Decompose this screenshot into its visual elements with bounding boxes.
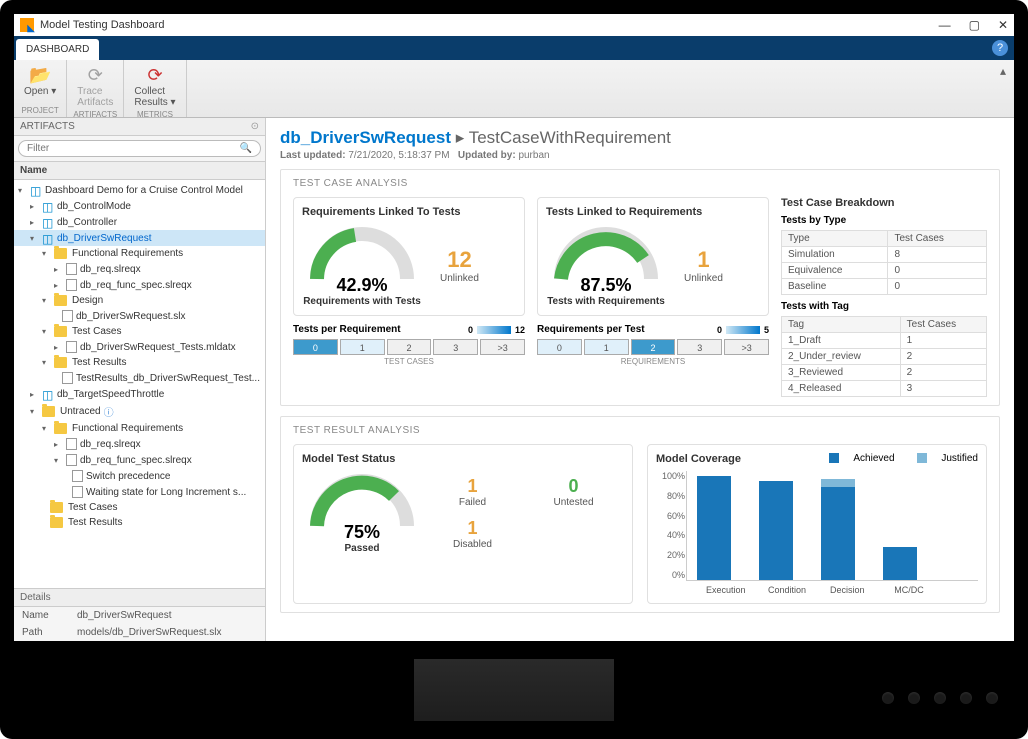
info-icon: ⓘ bbox=[104, 404, 114, 419]
tests-by-type-table: TypeTest Cases Simulation8 Equivalence0 … bbox=[781, 230, 987, 295]
req-icon bbox=[72, 486, 83, 498]
req-per-test-hist: Requirements per Test05 0123>3 REQUIREME… bbox=[537, 324, 769, 366]
test-result-analysis-section: TEST RESULT ANALYSIS Model Test Status 7… bbox=[280, 416, 1000, 613]
tree-item[interactable]: Switch precedence bbox=[14, 468, 265, 484]
tree-item[interactable]: ▾Design bbox=[14, 293, 265, 308]
tab-dashboard[interactable]: DASHBOARD bbox=[16, 39, 99, 60]
collect-results-button[interactable]: ⟳ Collect Results ▾ bbox=[130, 62, 179, 110]
refresh-icon: ⟳ bbox=[84, 64, 106, 86]
ribbon: 📂 Open ▾ Project ⟳ Trace Artifacts Artif… bbox=[14, 60, 1014, 118]
tabbar: DASHBOARD ? bbox=[14, 36, 1014, 60]
table-row: Equivalence0 bbox=[782, 263, 987, 279]
test-breakdown: Test Case Breakdown Tests by Type TypeTe… bbox=[781, 197, 987, 397]
maximize-button[interactable]: ▢ bbox=[969, 18, 980, 32]
file-icon bbox=[66, 454, 77, 466]
tree-item[interactable]: Waiting state for Long Increment s... bbox=[14, 484, 265, 500]
close-button[interactable]: ✕ bbox=[998, 18, 1008, 32]
tree-item[interactable]: ▾Functional Requirements bbox=[14, 246, 265, 261]
breadcrumb: db_DriverSwRequest ▸ TestCaseWithRequire… bbox=[280, 128, 1000, 148]
folder-icon bbox=[42, 406, 55, 417]
model-icon bbox=[42, 388, 54, 400]
artifacts-tree[interactable]: ▾Dashboard Demo for a Cruise Control Mod… bbox=[14, 180, 265, 588]
tree-item[interactable]: ▾Test Cases bbox=[14, 324, 265, 339]
folder-icon bbox=[50, 517, 63, 528]
open-button[interactable]: 📂 Open ▾ bbox=[20, 62, 60, 99]
tree-item[interactable]: db_DriverSwRequest.slx bbox=[14, 308, 265, 324]
details-header: Details bbox=[14, 589, 265, 607]
collect-icon: ⟳ bbox=[144, 64, 166, 86]
test-case-analysis-section: TEST CASE ANALYSIS Requirements Linked T… bbox=[280, 169, 1000, 406]
table-row: 1_Draft1 bbox=[782, 333, 987, 349]
tree-item[interactable]: ▾Functional Requirements bbox=[14, 421, 265, 436]
filter-input[interactable] bbox=[27, 143, 240, 154]
tree-header-name: Name bbox=[14, 161, 265, 180]
model-icon bbox=[42, 200, 54, 212]
ribbon-expand-button[interactable]: ▴ bbox=[992, 60, 1014, 117]
gauge-42 bbox=[307, 224, 417, 284]
coverage-chart: 100%80%60%40%20%0% bbox=[686, 471, 978, 581]
tree-item[interactable]: ▸db_DriverSwRequest_Tests.mldatx bbox=[14, 339, 265, 355]
file-icon bbox=[66, 263, 77, 275]
tests-per-req-hist: Tests per Requirement012 0123>3 TEST CAS… bbox=[293, 324, 525, 366]
file-icon bbox=[66, 279, 77, 291]
model-test-status-card: Model Test Status 75% Passed bbox=[293, 444, 633, 604]
tree-item[interactable]: ▸db_TargetSpeedThrottle bbox=[14, 386, 265, 402]
table-row: 4_Released3 bbox=[782, 381, 987, 397]
folder-icon bbox=[54, 295, 67, 306]
file-icon bbox=[62, 372, 73, 384]
project-icon bbox=[30, 184, 42, 196]
detail-row: Pathmodels/db_DriverSwRequest.slx bbox=[14, 624, 265, 641]
gauge-87 bbox=[551, 224, 661, 284]
filter-box[interactable]: 🔍 bbox=[18, 140, 261, 157]
req-icon bbox=[72, 470, 83, 482]
tests-with-tag-table: TagTest Cases 1_Draft1 2_Under_review2 3… bbox=[781, 316, 987, 397]
file-icon bbox=[62, 310, 73, 322]
search-icon: 🔍 bbox=[240, 143, 252, 154]
breadcrumb-link[interactable]: db_DriverSwRequest bbox=[280, 128, 451, 147]
table-row: Baseline0 bbox=[782, 279, 987, 295]
folder-icon bbox=[54, 423, 67, 434]
tree-item[interactable]: ▾Untraced ⓘ bbox=[14, 402, 265, 421]
gauge-75 bbox=[307, 471, 417, 531]
tree-item[interactable]: ▸db_req.slreqx bbox=[14, 436, 265, 452]
tests-linked-card: Tests Linked to Requirements 87.5% Tests… bbox=[537, 197, 769, 316]
window-title: Model Testing Dashboard bbox=[40, 19, 165, 31]
tree-root[interactable]: ▾Dashboard Demo for a Cruise Control Mod… bbox=[14, 182, 265, 198]
tree-item[interactable]: Test Cases bbox=[14, 500, 265, 515]
folder-icon bbox=[54, 357, 67, 368]
folder-icon bbox=[54, 326, 67, 337]
trace-artifacts-button[interactable]: ⟳ Trace Artifacts bbox=[73, 62, 117, 110]
tree-item-selected[interactable]: ▾db_DriverSwRequest bbox=[14, 230, 265, 246]
tree-item[interactable]: ▾Test Results bbox=[14, 355, 265, 370]
model-coverage-card: Model Coverage Achieved Justified 100%80… bbox=[647, 444, 987, 604]
help-button[interactable]: ? bbox=[992, 40, 1008, 56]
page-meta: Last updated: 7/21/2020, 5:18:37 PM Upda… bbox=[280, 150, 1000, 161]
coverage-legend: Achieved Justified bbox=[809, 453, 978, 465]
table-row: 3_Reviewed2 bbox=[782, 365, 987, 381]
app-icon bbox=[20, 18, 34, 32]
folder-icon bbox=[50, 502, 63, 513]
minimize-button[interactable]: — bbox=[939, 18, 951, 32]
folder-open-icon: 📂 bbox=[29, 64, 51, 86]
folder-icon bbox=[54, 248, 67, 259]
model-icon bbox=[42, 232, 54, 244]
artifacts-panel-header: ARTIFACTS⊙ bbox=[14, 118, 265, 136]
model-icon bbox=[42, 216, 54, 228]
tree-item[interactable]: TestResults_db_DriverSwRequest_Test... bbox=[14, 370, 265, 386]
tree-item[interactable]: ▸db_req_func_spec.slreqx bbox=[14, 277, 265, 293]
tree-item[interactable]: ▸db_Controller bbox=[14, 214, 265, 230]
tree-item[interactable]: ▾db_req_func_spec.slreqx bbox=[14, 452, 265, 468]
file-icon bbox=[66, 438, 77, 450]
table-row: 2_Under_review2 bbox=[782, 349, 987, 365]
tree-item[interactable]: ▸db_req.slreqx bbox=[14, 261, 265, 277]
tree-item[interactable]: ▸db_ControlMode bbox=[14, 198, 265, 214]
titlebar: Model Testing Dashboard — ▢ ✕ bbox=[14, 14, 1014, 36]
req-linked-card: Requirements Linked To Tests 42.9% Requi… bbox=[293, 197, 525, 316]
table-row: Simulation8 bbox=[782, 247, 987, 263]
panel-options-icon[interactable]: ⊙ bbox=[251, 121, 259, 132]
detail-row: Namedb_DriverSwRequest bbox=[14, 607, 265, 624]
file-icon bbox=[66, 341, 77, 353]
tree-item[interactable]: Test Results bbox=[14, 515, 265, 530]
